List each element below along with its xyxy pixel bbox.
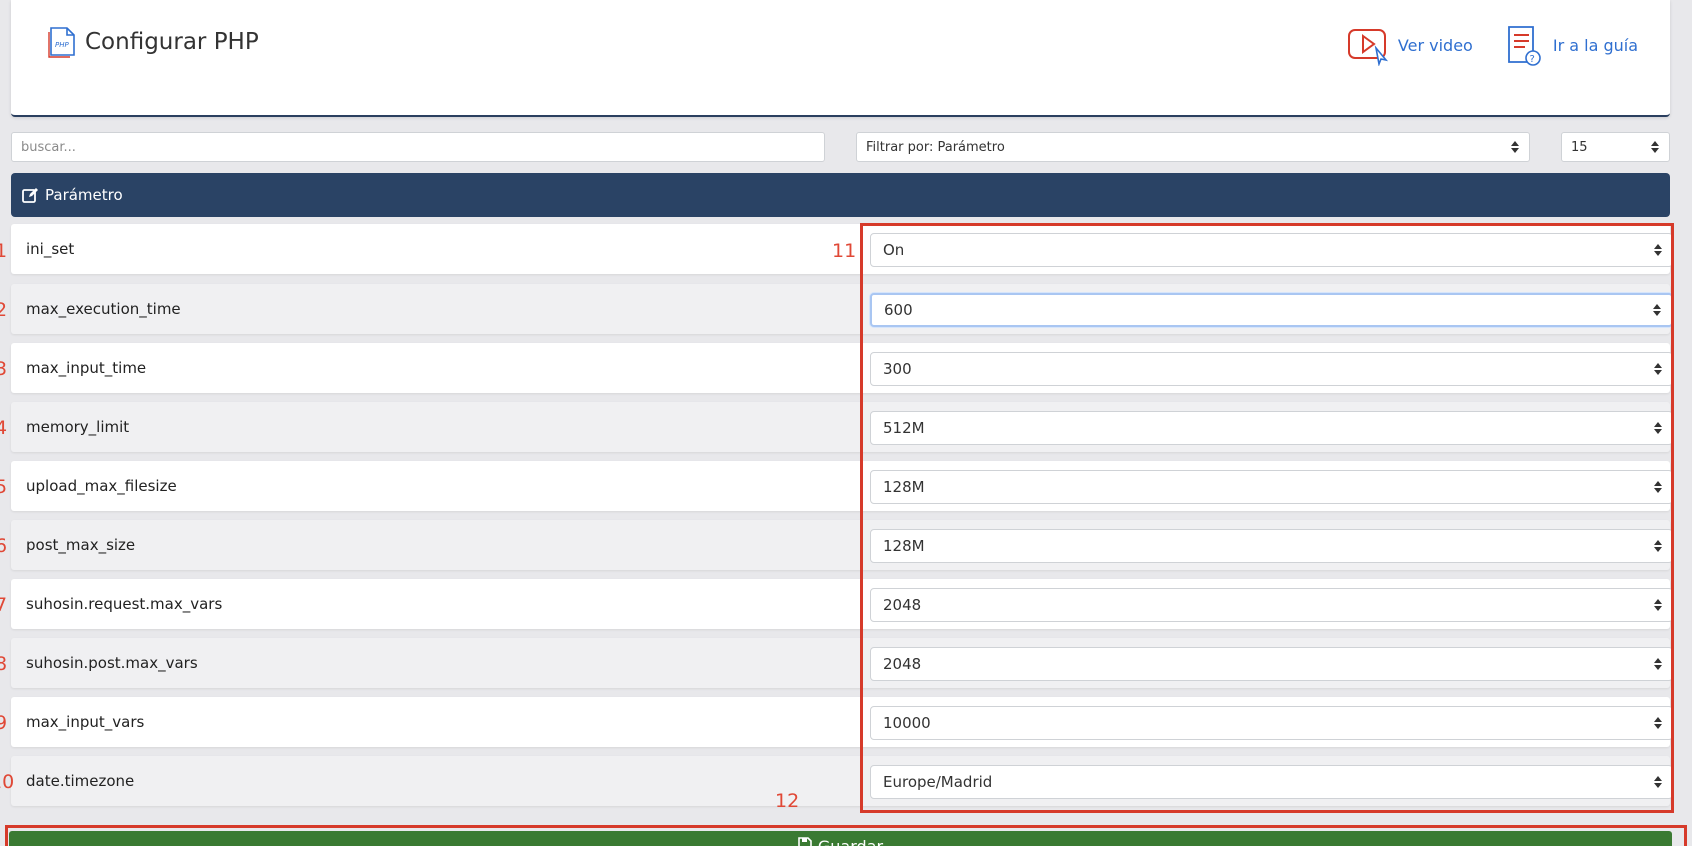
select-caret-icon [1511, 141, 1519, 153]
annotation-marker: 5 [0, 476, 8, 498]
param-name: suhosin.request.max_vars [26, 595, 223, 613]
watch-video-label: Ver video [1397, 35, 1473, 55]
param-name: suhosin.post.max_vars [26, 654, 198, 672]
floppy-disk-icon [798, 837, 812, 846]
video-play-icon [1347, 29, 1388, 66]
annotation-marker: 2 [0, 299, 8, 321]
param-name: date.timezone [26, 772, 135, 790]
guide-link[interactable]: ? Ir a la guía [1501, 22, 1638, 68]
annotation-marker: 9 [0, 712, 8, 734]
header-actions: Ver video ? Ir a la guía [1346, 22, 1638, 68]
page-title: Configurar PHP [85, 29, 259, 55]
edit-icon [22, 187, 38, 203]
parameter-panel-header: Parámetro [11, 173, 1670, 217]
select-caret-icon [1651, 141, 1659, 153]
search-placeholder: buscar... [21, 139, 76, 155]
filter-value: Filtrar por: Parámetro [866, 139, 1005, 155]
annotation-marker: 7 [0, 594, 8, 616]
annotation-marker: 4 [0, 417, 8, 439]
annotation-marker: 10 [0, 771, 15, 793]
annotation-marker: 6 [0, 535, 8, 557]
annotation-marker: 12 [775, 790, 800, 812]
param-name: max_input_time [26, 359, 147, 377]
title-wrap: PHP Configurar PHP [43, 24, 259, 60]
header-card: PHP Configurar PHP Ver video ? Ir a la g… [11, 0, 1670, 117]
svg-text:PHP: PHP [55, 41, 69, 49]
save-button[interactable]: Guardar [9, 831, 1672, 846]
param-name: max_execution_time [26, 300, 181, 318]
save-label: Guardar [818, 837, 883, 846]
per-page-value: 15 [1571, 139, 1588, 155]
param-name: memory_limit [26, 418, 130, 436]
param-name: ini_set [26, 240, 75, 258]
param-name: upload_max_filesize [26, 477, 177, 495]
guide-document-icon: ? [1507, 26, 1541, 66]
value-column-highlight [860, 223, 1674, 813]
annotation-marker: 3 [0, 358, 8, 380]
param-name: post_max_size [26, 536, 136, 554]
annotation-marker: 11 [832, 240, 857, 262]
panel-title: Parámetro [45, 186, 123, 204]
param-name: max_input_vars [26, 713, 145, 731]
watch-video-link[interactable]: Ver video [1346, 24, 1473, 66]
php-file-icon: PHP [48, 27, 75, 58]
filter-select[interactable]: Filtrar por: Parámetro [856, 132, 1530, 162]
annotation-marker: 1 [0, 240, 8, 262]
guide-label: Ir a la guía [1552, 35, 1638, 55]
search-input[interactable]: buscar... [11, 132, 825, 162]
per-page-select[interactable]: 15 [1561, 132, 1670, 162]
svg-text:?: ? [1529, 54, 1534, 65]
annotation-marker: 8 [0, 653, 8, 675]
